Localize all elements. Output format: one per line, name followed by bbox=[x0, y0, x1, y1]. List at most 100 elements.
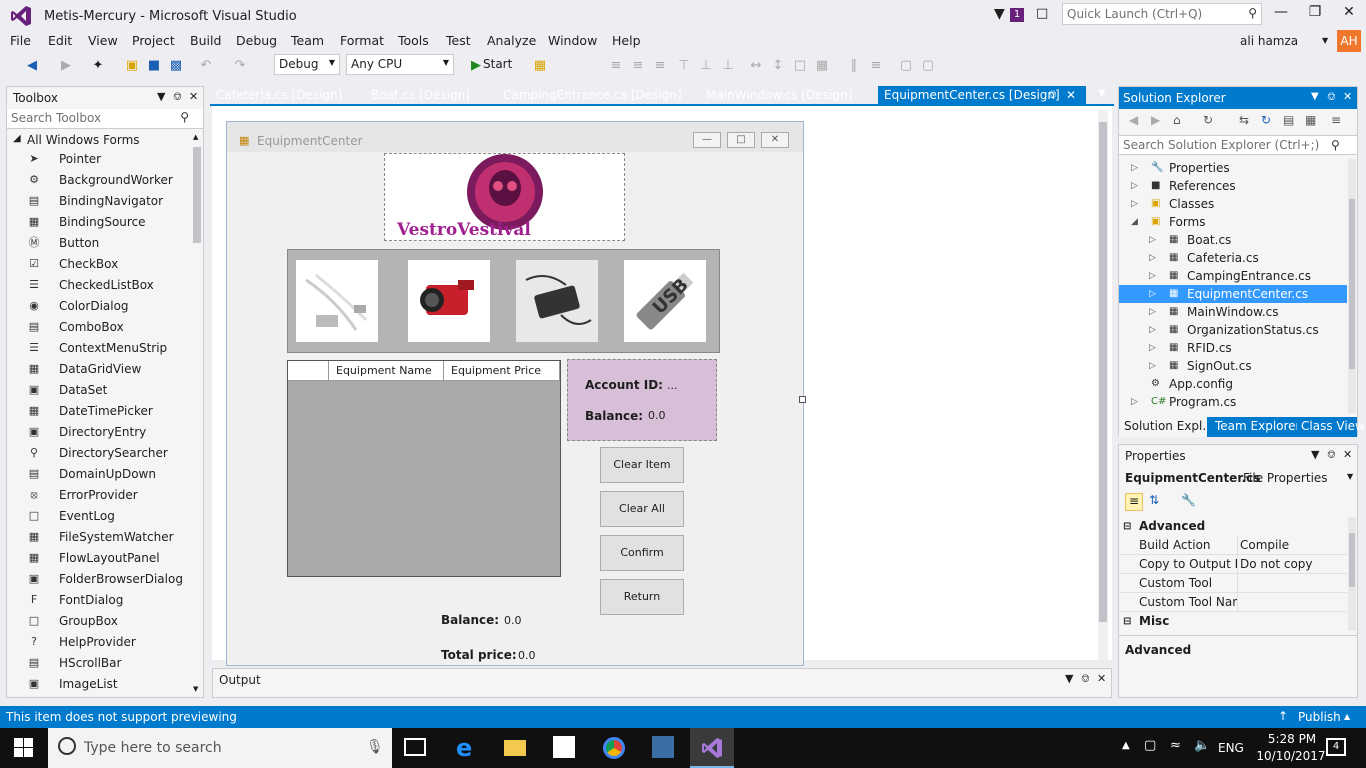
history-icon[interactable]: ↻ bbox=[1203, 113, 1213, 127]
solution-item-campingentrance-cs[interactable]: ▷ ▦ CampingEntrance.cs bbox=[1119, 267, 1347, 285]
dropdown-icon[interactable]: ▼ bbox=[1065, 672, 1073, 685]
camera-image[interactable] bbox=[408, 260, 490, 342]
expand-icon[interactable]: ▷ bbox=[1149, 285, 1156, 303]
menu-file[interactable]: File bbox=[10, 33, 31, 48]
expand-icon[interactable]: ▷ bbox=[1149, 321, 1156, 339]
align-left-icon[interactable]: ≡ bbox=[608, 58, 624, 74]
grid-icon[interactable]: ▦ bbox=[814, 58, 830, 74]
same-size-icon[interactable]: □ bbox=[792, 58, 808, 74]
alphabetical-icon[interactable]: ⇅ bbox=[1149, 493, 1159, 507]
cables-image[interactable] bbox=[296, 260, 378, 342]
solution-item-organizationstatus-cs[interactable]: ▷ ▦ OrganizationStatus.cs bbox=[1119, 321, 1347, 339]
tab-cafeteria-design[interactable]: Cafeteria.cs [Design] bbox=[210, 86, 348, 106]
dropdown-icon[interactable]: ▼ bbox=[1311, 91, 1319, 102]
menu-build[interactable]: Build bbox=[190, 33, 221, 48]
refresh-icon[interactable]: ↻ bbox=[1261, 113, 1271, 127]
align-top-icon[interactable]: ⊤ bbox=[676, 58, 692, 74]
tab-boat-design[interactable]: Boat.cs [Design] bbox=[365, 86, 476, 106]
tab-main-window-design[interactable]: MainWindow.cs [Design] bbox=[700, 86, 858, 106]
categorized-icon[interactable]: ≡ bbox=[1125, 493, 1143, 511]
properties-section-misc[interactable]: ⊟ Misc bbox=[1119, 612, 1347, 631]
store-icon[interactable] bbox=[553, 736, 575, 758]
solution-item-cafeteria-cs[interactable]: ▷ ▦ Cafeteria.cs bbox=[1119, 249, 1347, 267]
menu-analyze[interactable]: Analyze bbox=[487, 33, 536, 48]
save-all-icon[interactable]: ▩ bbox=[168, 58, 184, 74]
close-icon[interactable]: ✕ bbox=[189, 90, 198, 103]
menu-help[interactable]: Help bbox=[612, 33, 641, 48]
home-icon[interactable]: ⌂ bbox=[1173, 113, 1181, 127]
sql-server-icon[interactable] bbox=[652, 736, 674, 758]
pin-icon[interactable]: ⎊ bbox=[1327, 448, 1336, 462]
close-icon[interactable]: ✕ bbox=[1334, 4, 1364, 24]
feedback-icon[interactable]: □ bbox=[1036, 6, 1048, 21]
edge-icon[interactable]: e bbox=[456, 734, 472, 762]
undo-icon[interactable]: ↶ bbox=[198, 58, 214, 74]
equipment-datagridview[interactable]: Equipment Name Equipment Price bbox=[287, 360, 561, 577]
expanded-icon[interactable]: ◢ bbox=[1131, 213, 1138, 231]
solution-item-properties[interactable]: ▷ 🔧 Properties bbox=[1119, 159, 1347, 177]
network-icon[interactable]: ▢ bbox=[1144, 738, 1156, 753]
same-height-icon[interactable]: ↕ bbox=[770, 58, 786, 74]
same-width-icon[interactable]: ↔ bbox=[748, 58, 764, 74]
align-center-icon[interactable]: ≡ bbox=[630, 58, 646, 74]
property-row[interactable]: Custom Tool bbox=[1119, 574, 1347, 593]
avatar[interactable]: AH bbox=[1337, 30, 1361, 52]
clear-item-button[interactable]: Clear Item bbox=[600, 447, 684, 483]
volume-icon[interactable]: 🔈 bbox=[1194, 738, 1210, 753]
solution-item-rfid-cs[interactable]: ▷ ▦ RFID.cs bbox=[1119, 339, 1347, 357]
expand-icon[interactable]: ▷ bbox=[1131, 393, 1138, 411]
charger-image[interactable] bbox=[516, 260, 598, 342]
toolbox-scrollbar[interactable] bbox=[193, 147, 201, 243]
solution-item-equipmentcenter-cs[interactable]: ▷ ▦ EquipmentCenter.cs bbox=[1119, 285, 1347, 303]
expand-icon[interactable]: ▷ bbox=[1131, 159, 1138, 177]
solution-item-signout-cs[interactable]: ▷ ▦ SignOut.cs bbox=[1119, 357, 1347, 375]
redo-icon[interactable]: ↷ bbox=[232, 58, 248, 74]
expand-icon[interactable]: ▷ bbox=[1149, 357, 1156, 375]
solution-item-boat-cs[interactable]: ▷ ▦ Boat.cs bbox=[1119, 231, 1347, 249]
expand-icon[interactable]: ▷ bbox=[1131, 195, 1138, 213]
solution-item-references[interactable]: ▷ ■ References bbox=[1119, 177, 1347, 195]
align-bottom-icon[interactable]: ⊥ bbox=[720, 58, 736, 74]
property-row[interactable]: Copy to Output Di Do not copy bbox=[1119, 555, 1347, 574]
pin-icon[interactable]: ⎊ bbox=[1048, 88, 1057, 102]
solution-item-app-config[interactable]: ⚙ App.config bbox=[1119, 375, 1347, 393]
show-all-files-icon[interactable]: ▦ bbox=[1305, 113, 1316, 127]
menu-window[interactable]: Window bbox=[548, 33, 597, 48]
menu-view[interactable]: View bbox=[88, 33, 118, 48]
chrome-icon[interactable] bbox=[603, 737, 625, 759]
close-icon[interactable]: ✕ bbox=[1343, 448, 1352, 461]
menu-edit[interactable]: Edit bbox=[48, 33, 72, 48]
solution-search-input[interactable]: Search Solution Explorer (Ctrl+;) ⚲ bbox=[1119, 135, 1357, 155]
tab-camping-entrance-design[interactable]: CampingEntrance.cs [Design] bbox=[497, 86, 688, 106]
menu-tools[interactable]: Tools bbox=[398, 33, 429, 48]
resize-handle[interactable] bbox=[799, 396, 806, 403]
pin-icon[interactable]: ⎊ bbox=[1327, 90, 1336, 104]
grid-col-equipment-name[interactable]: Equipment Name bbox=[329, 361, 444, 381]
bring-front-icon[interactable]: ▢ bbox=[898, 58, 914, 74]
microphone-icon[interactable]: 🎙 bbox=[366, 739, 384, 755]
tab-dropdown-icon[interactable]: ▼ bbox=[1098, 88, 1106, 99]
properties-section-advanced[interactable]: ⊟ Advanced bbox=[1119, 517, 1347, 536]
expand-icon[interactable]: ▷ bbox=[1149, 231, 1156, 249]
visual-studio-taskbar-button[interactable] bbox=[690, 728, 734, 768]
close-icon[interactable]: ✕ bbox=[1343, 90, 1352, 103]
filter-icon[interactable]: ▼ bbox=[994, 6, 1005, 22]
minimize-icon[interactable]: — bbox=[1266, 4, 1296, 24]
toolbox-group[interactable]: All Windows Forms bbox=[27, 133, 140, 147]
expand-icon[interactable]: ▷ bbox=[1131, 177, 1138, 195]
confirm-button[interactable]: Confirm bbox=[600, 535, 684, 571]
solution-item-program-cs[interactable]: ▷ C# Program.cs bbox=[1119, 393, 1347, 411]
close-icon[interactable]: ✕ bbox=[1097, 672, 1106, 685]
designer-scrollbar[interactable] bbox=[1098, 110, 1108, 660]
scroll-up-icon[interactable]: ▲ bbox=[193, 133, 198, 141]
sync-icon[interactable]: ⇆ bbox=[1239, 113, 1249, 127]
quick-launch-input[interactable]: Quick Launch (Ctrl+Q) ⚲ bbox=[1062, 3, 1262, 25]
expand-icon[interactable]: ▷ bbox=[1149, 303, 1156, 321]
collapse-all-icon[interactable]: ▤ bbox=[1283, 113, 1294, 127]
publish-icon[interactable]: ↑ bbox=[1278, 709, 1288, 723]
toolbox-search-input[interactable]: Search Toolbox ⚲ bbox=[7, 109, 203, 129]
new-project-icon[interactable]: ✦ bbox=[90, 58, 106, 74]
scroll-down-icon[interactable]: ▼ bbox=[193, 685, 198, 693]
hspacing-icon[interactable]: ∥ bbox=[846, 58, 862, 74]
dropdown-icon[interactable]: ▼ bbox=[1311, 448, 1319, 461]
